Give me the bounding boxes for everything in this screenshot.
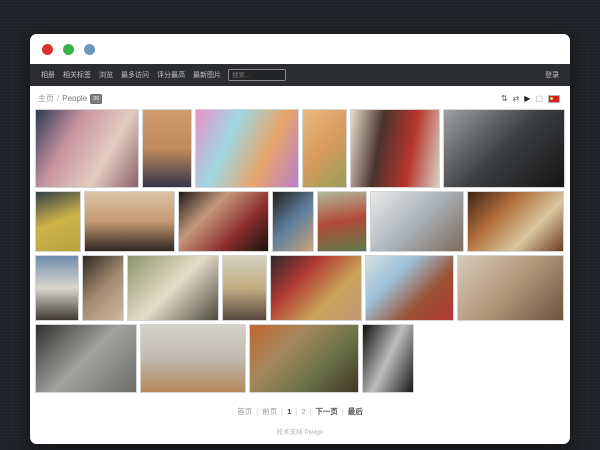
pagination-separator: | bbox=[309, 407, 311, 416]
browser-window: 相册相关标签浏览最多访问评分最高最新图片 登录 主页 / People 36 ⇅… bbox=[30, 34, 570, 444]
pagination-link-4[interactable]: 下一页 bbox=[315, 406, 338, 417]
photo-row bbox=[35, 191, 565, 252]
photo-sizes-icon[interactable]: ⇄ bbox=[513, 94, 520, 104]
language-flag-icon[interactable] bbox=[548, 95, 560, 103]
photo-bw-seated-figure[interactable] bbox=[35, 324, 137, 393]
photo-row bbox=[35, 255, 565, 321]
powered-by-credit: 技术支持 Piwigo bbox=[277, 429, 324, 436]
photo-sepia-archway[interactable] bbox=[82, 255, 124, 321]
photo-orange-headwrap-woman[interactable] bbox=[249, 324, 359, 393]
login-link[interactable]: 登录 bbox=[545, 70, 559, 80]
photo-water-splash[interactable] bbox=[370, 191, 464, 252]
nav-item-2[interactable]: 浏览 bbox=[99, 70, 113, 80]
pagination-separator: | bbox=[295, 407, 297, 416]
search-input[interactable] bbox=[228, 69, 286, 81]
pagination-link-1[interactable]: 前页 bbox=[262, 406, 277, 417]
photo-napoleonic-soldiers[interactable] bbox=[270, 255, 362, 321]
pagination-link-5[interactable]: 最后 bbox=[348, 406, 363, 417]
photo-lake-fishermen[interactable] bbox=[140, 324, 246, 393]
nav-item-3[interactable]: 最多访问 bbox=[121, 70, 149, 80]
nav-item-1[interactable]: 相关标签 bbox=[63, 70, 91, 80]
content-header: 主页 / People 36 ⇅ ⇄ ▶ ▢ bbox=[30, 86, 570, 108]
nav-menu: 相册相关标签浏览最多访问评分最高最新图片 bbox=[41, 70, 221, 80]
photo-woman-night-street[interactable] bbox=[178, 191, 269, 252]
pagination: 首页 | 前页 | 1 | 2 | 下一页 | 最后 bbox=[30, 406, 570, 417]
nav-item-4[interactable]: 评分最高 bbox=[157, 70, 185, 80]
photo-drummers[interactable] bbox=[317, 191, 367, 252]
photo-woman-on-ledge[interactable] bbox=[457, 255, 564, 321]
photo-gym-hall[interactable] bbox=[35, 191, 81, 252]
photo-dancer-silhouette[interactable] bbox=[84, 191, 175, 252]
site-footer: 技术支持 Piwigo bbox=[30, 426, 570, 436]
photo-row bbox=[35, 109, 565, 188]
photo-bw-woman-portrait[interactable] bbox=[443, 109, 565, 188]
maximize-button[interactable] bbox=[84, 44, 95, 55]
photo-girl-portrait[interactable] bbox=[302, 109, 347, 188]
close-button[interactable] bbox=[42, 44, 53, 55]
traffic-lights bbox=[42, 44, 95, 55]
pagination-separator: | bbox=[256, 407, 258, 416]
photo-grid bbox=[30, 108, 570, 396]
gallery-page: 主页 / People 36 ⇅ ⇄ ▶ ▢ 首页 | 前页 | 1 | 2 | 下一页 | 最后 技术支… bbox=[30, 86, 570, 444]
photo-thumbs-up-girl[interactable] bbox=[365, 255, 454, 321]
photo-colorful-cyclist[interactable] bbox=[195, 109, 299, 188]
site-navbar: 相册相关标签浏览最多访问评分最高最新图片 登录 bbox=[30, 64, 570, 86]
photo-country-band[interactable] bbox=[467, 191, 564, 252]
photo-man-in-tracksuit[interactable] bbox=[142, 109, 192, 188]
gallery-toolbar: ⇅ ⇄ ▶ ▢ bbox=[501, 94, 560, 104]
desktop-background: 相册相关标签浏览最多访问评分最高最新图片 登录 主页 / People 36 ⇅… bbox=[0, 0, 600, 450]
photo-battle-reenactment[interactable] bbox=[127, 255, 219, 321]
slideshow-play-icon[interactable]: ▶ bbox=[524, 94, 530, 104]
photo-count-badge: 36 bbox=[90, 94, 102, 104]
breadcrumb: 主页 / People 36 bbox=[38, 93, 102, 104]
nav-item-0[interactable]: 相册 bbox=[41, 70, 55, 80]
photo-kids-at-window[interactable] bbox=[350, 109, 440, 188]
breadcrumb-current-album: People bbox=[62, 94, 87, 103]
pagination-separator: | bbox=[281, 407, 283, 416]
photo-woman-in-field[interactable] bbox=[222, 255, 267, 321]
breadcrumb-separator: / bbox=[57, 94, 59, 103]
photo-pearl-earring-girl[interactable] bbox=[272, 191, 314, 252]
pagination-link-0[interactable]: 首页 bbox=[237, 406, 252, 417]
pagination-current-page: 1 bbox=[287, 407, 291, 416]
photo-blue-cap-man[interactable] bbox=[35, 255, 79, 321]
breadcrumb-home-link[interactable]: 主页 bbox=[38, 93, 54, 104]
window-titlebar bbox=[30, 34, 570, 64]
display-frame-icon[interactable]: ▢ bbox=[535, 94, 543, 104]
pagination-link-3[interactable]: 2 bbox=[301, 407, 305, 416]
nav-item-5[interactable]: 最新图片 bbox=[193, 70, 221, 80]
photo-bw-singer-spotlight[interactable] bbox=[362, 324, 414, 393]
photo-row bbox=[35, 324, 565, 393]
photo-newborn-baby[interactable] bbox=[35, 109, 139, 188]
minimize-button[interactable] bbox=[63, 44, 74, 55]
sort-order-icon[interactable]: ⇅ bbox=[501, 94, 508, 104]
pagination-separator: | bbox=[342, 407, 344, 416]
